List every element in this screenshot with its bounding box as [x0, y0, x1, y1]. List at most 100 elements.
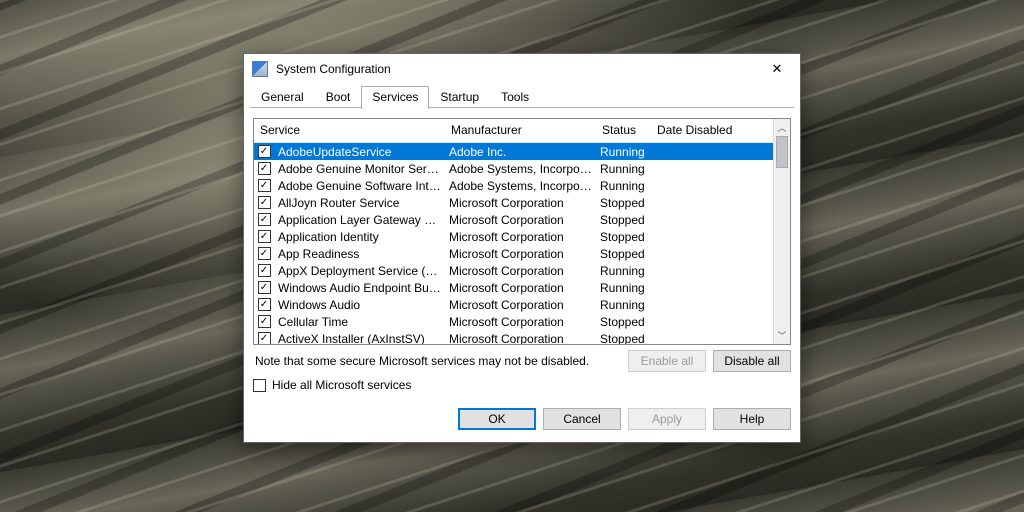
table-row[interactable]: ✓AdobeUpdateServiceAdobe Inc.Running: [254, 143, 790, 160]
vertical-scrollbar[interactable]: ︿ ﹀: [773, 119, 790, 344]
tab-general[interactable]: General: [250, 86, 315, 108]
row-checkbox[interactable]: ✓: [254, 145, 274, 158]
cell-manufacturer: Microsoft Corporation: [445, 298, 596, 312]
cell-status: Stopped: [596, 247, 651, 261]
cell-service: AllJoyn Router Service: [274, 196, 445, 210]
row-checkbox[interactable]: ✓: [254, 196, 274, 209]
row-checkbox[interactable]: ✓: [254, 332, 274, 344]
tab-services[interactable]: Services: [361, 86, 429, 109]
cell-service: Adobe Genuine Monitor Service: [274, 162, 445, 176]
table-row[interactable]: ✓ActiveX Installer (AxInstSV)Microsoft C…: [254, 330, 790, 344]
row-checkbox[interactable]: ✓: [254, 264, 274, 277]
services-tabpage: Service Manufacturer Status Date Disable…: [253, 112, 791, 392]
note-row: Note that some secure Microsoft services…: [255, 350, 791, 372]
hide-ms-services-checkbox[interactable]: Hide all Microsoft services: [253, 378, 791, 392]
cell-manufacturer: Adobe Inc.: [445, 145, 596, 159]
table-row[interactable]: ✓Windows AudioMicrosoft CorporationRunni…: [254, 296, 790, 313]
close-button[interactable]: ✕: [754, 54, 800, 84]
checkbox-icon: ✓: [258, 196, 271, 209]
row-checkbox[interactable]: ✓: [254, 230, 274, 243]
tab-boot[interactable]: Boot: [315, 86, 362, 108]
col-header-date-disabled[interactable]: Date Disabled: [651, 119, 755, 142]
cell-service: ActiveX Installer (AxInstSV): [274, 332, 445, 345]
row-checkbox[interactable]: ✓: [254, 162, 274, 175]
hide-ms-label: Hide all Microsoft services: [272, 378, 411, 392]
cell-manufacturer: Microsoft Corporation: [445, 332, 596, 345]
cell-status: Running: [596, 145, 651, 159]
tab-label: Boot: [326, 90, 351, 104]
cell-status: Running: [596, 264, 651, 278]
cell-status: Stopped: [596, 213, 651, 227]
help-button[interactable]: Help: [713, 408, 791, 430]
col-header-service[interactable]: Service: [254, 119, 445, 142]
checkbox-icon: [253, 379, 266, 392]
checkbox-icon: ✓: [258, 281, 271, 294]
checkbox-icon: ✓: [258, 145, 271, 158]
row-checkbox[interactable]: ✓: [254, 298, 274, 311]
row-checkbox[interactable]: ✓: [254, 247, 274, 260]
checkbox-icon: ✓: [258, 264, 271, 277]
tab-tools[interactable]: Tools: [490, 86, 540, 108]
checkbox-icon: ✓: [258, 247, 271, 260]
cell-manufacturer: Adobe Systems, Incorpora...: [445, 162, 596, 176]
table-row[interactable]: ✓Adobe Genuine Monitor ServiceAdobe Syst…: [254, 160, 790, 177]
checkbox-icon: ✓: [258, 230, 271, 243]
row-checkbox[interactable]: ✓: [254, 213, 274, 226]
cell-status: Running: [596, 162, 651, 176]
cell-manufacturer: Microsoft Corporation: [445, 247, 596, 261]
close-icon: ✕: [772, 61, 783, 77]
table-row[interactable]: ✓Cellular TimeMicrosoft CorporationStopp…: [254, 313, 790, 330]
checkbox-icon: ✓: [258, 162, 271, 175]
cell-manufacturer: Microsoft Corporation: [445, 264, 596, 278]
col-header-status[interactable]: Status: [596, 119, 651, 142]
cell-status: Stopped: [596, 332, 651, 345]
cancel-button[interactable]: Cancel: [543, 408, 621, 430]
cell-service: AppX Deployment Service (App...: [274, 264, 445, 278]
cell-service: Windows Audio: [274, 298, 445, 312]
table-row[interactable]: ✓AllJoyn Router ServiceMicrosoft Corpora…: [254, 194, 790, 211]
cell-manufacturer: Microsoft Corporation: [445, 196, 596, 210]
cell-status: Running: [596, 179, 651, 193]
cell-manufacturer: Microsoft Corporation: [445, 281, 596, 295]
cell-service: App Readiness: [274, 247, 445, 261]
cell-manufacturer: Microsoft Corporation: [445, 213, 596, 227]
checkbox-icon: ✓: [258, 179, 271, 192]
scroll-up-arrow-icon[interactable]: ︿: [774, 119, 790, 136]
scroll-track[interactable]: [774, 136, 790, 327]
list-body[interactable]: ✓AdobeUpdateServiceAdobe Inc.Running✓Ado…: [254, 143, 790, 344]
disable-all-button[interactable]: Disable all: [713, 350, 791, 372]
cell-status: Running: [596, 298, 651, 312]
cell-status: Stopped: [596, 230, 651, 244]
enable-all-button[interactable]: Enable all: [628, 350, 706, 372]
cell-service: Cellular Time: [274, 315, 445, 329]
cell-manufacturer: Adobe Systems, Incorpora...: [445, 179, 596, 193]
row-checkbox[interactable]: ✓: [254, 179, 274, 192]
checkbox-icon: ✓: [258, 213, 271, 226]
services-list[interactable]: Service Manufacturer Status Date Disable…: [253, 118, 791, 345]
tab-label: Tools: [501, 90, 529, 104]
table-row[interactable]: ✓Application IdentityMicrosoft Corporati…: [254, 228, 790, 245]
table-row[interactable]: ✓Application Layer Gateway ServiceMicros…: [254, 211, 790, 228]
table-row[interactable]: ✓Adobe Genuine Software Integri...Adobe …: [254, 177, 790, 194]
scroll-down-arrow-icon[interactable]: ﹀: [774, 327, 790, 344]
cell-service: Application Layer Gateway Service: [274, 213, 445, 227]
scroll-thumb[interactable]: [776, 136, 788, 168]
tab-label: Startup: [440, 90, 479, 104]
row-checkbox[interactable]: ✓: [254, 315, 274, 328]
ok-button[interactable]: OK: [458, 408, 536, 430]
checkbox-icon: ✓: [258, 315, 271, 328]
table-row[interactable]: ✓Windows Audio Endpoint BuilderMicrosoft…: [254, 279, 790, 296]
apply-button[interactable]: Apply: [628, 408, 706, 430]
window-title: System Configuration: [276, 62, 754, 76]
titlebar[interactable]: System Configuration ✕: [244, 54, 800, 84]
row-checkbox[interactable]: ✓: [254, 281, 274, 294]
tab-startup[interactable]: Startup: [429, 86, 490, 108]
msconfig-icon: [252, 61, 268, 77]
col-header-manufacturer[interactable]: Manufacturer: [445, 119, 596, 142]
cell-service: AdobeUpdateService: [274, 145, 445, 159]
tabstrip: General Boot Services Startup Tools: [244, 84, 800, 108]
table-row[interactable]: ✓App ReadinessMicrosoft CorporationStopp…: [254, 245, 790, 262]
cell-status: Stopped: [596, 315, 651, 329]
table-row[interactable]: ✓AppX Deployment Service (App...Microsof…: [254, 262, 790, 279]
tab-label: Services: [372, 90, 418, 104]
